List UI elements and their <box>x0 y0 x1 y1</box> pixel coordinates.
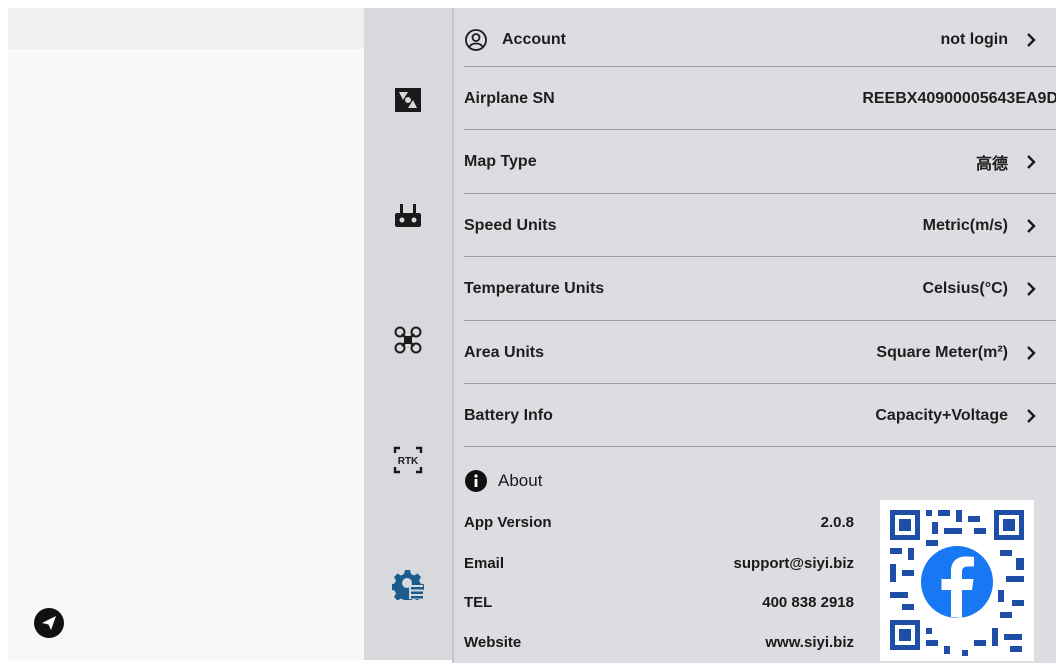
chevron-right-icon <box>1018 345 1044 361</box>
qr-code-icon <box>880 500 1034 661</box>
drone-icon <box>394 326 422 354</box>
about-heading: About <box>464 466 542 496</box>
map-type-value: 高德 <box>975 155 1008 173</box>
rail-rtk[interactable]: RTK <box>364 430 452 490</box>
map-type-label: Map Type <box>464 152 537 170</box>
facebook-qr-code <box>880 500 1034 661</box>
temperature-units-row[interactable]: Temperature Units Celsius(°C) <box>464 257 1056 320</box>
area-units-label: Area Units <box>464 343 545 361</box>
divider <box>464 446 1056 447</box>
send-location-button[interactable] <box>30 604 68 642</box>
rail-remote-controller[interactable] <box>364 186 452 246</box>
send-icon <box>34 608 64 638</box>
remote-controller-icon <box>395 204 421 227</box>
app-version-label: App Version <box>464 513 552 531</box>
camera-gimbal-icon <box>395 88 421 112</box>
account-value: not login <box>940 30 1008 48</box>
email-label: Email <box>464 554 505 572</box>
account-label: Account <box>502 30 566 48</box>
tel-value[interactable]: 400 838 2918 <box>762 594 854 611</box>
account-row[interactable]: Account not login <box>464 8 1056 71</box>
settings-gear-icon <box>392 570 424 600</box>
website-row: Website www.siyi.biz <box>464 628 854 656</box>
chevron-right-icon <box>1018 154 1044 170</box>
rail-camera-gimbal[interactable] <box>364 70 452 130</box>
speed-units-value: Metric(m/s) <box>922 216 1008 234</box>
battery-info-row[interactable]: Battery Info Capacity+Voltage <box>464 384 1056 447</box>
about-title: About <box>498 471 543 490</box>
chevron-right-icon <box>1018 408 1044 424</box>
user-account-icon <box>465 28 487 51</box>
rail-general-settings[interactable] <box>364 554 452 614</box>
rtk-text: RTK <box>398 456 419 467</box>
airplane-sn-row: Airplane SN REEBX40900005643EA9D <box>464 67 1056 130</box>
email-value[interactable]: support@siyi.biz <box>734 555 854 572</box>
airplane-sn-label: Airplane SN <box>464 89 555 107</box>
email-row: Email support@siyi.biz <box>464 549 854 577</box>
temperature-units-label: Temperature Units <box>464 279 605 297</box>
speed-units-label: Speed Units <box>464 216 557 234</box>
chevron-right-icon <box>1018 281 1044 297</box>
rtk-icon: RTK <box>393 446 423 474</box>
tel-label: TEL <box>464 593 493 611</box>
settings-rail: RTK <box>364 8 452 660</box>
map-top-bar <box>8 8 364 49</box>
area-units-value: Square Meter(m²) <box>876 343 1008 361</box>
map-pane[interactable] <box>8 8 364 660</box>
chevron-right-icon <box>1018 218 1044 234</box>
tel-row: TEL 400 838 2918 <box>464 588 854 616</box>
settings-panel: Account not login Airplane SN REEBX40900… <box>452 8 1056 663</box>
temperature-units-value: Celsius(°C) <box>922 279 1008 297</box>
app-version-value: 2.0.8 <box>820 513 854 531</box>
airplane-sn-value: REEBX40900005643EA9D <box>862 89 1056 107</box>
battery-info-value: Capacity+Voltage <box>875 406 1008 424</box>
area-units-row[interactable]: Area Units Square Meter(m²) <box>464 321 1056 384</box>
battery-info-label: Battery Info <box>464 406 553 424</box>
chevron-right-icon <box>1018 32 1044 48</box>
rail-drone[interactable] <box>364 310 452 370</box>
app-version-row: App Version 2.0.8 <box>464 508 854 536</box>
website-label: Website <box>464 633 522 651</box>
speed-units-row[interactable]: Speed Units Metric(m/s) <box>464 194 1056 257</box>
map-type-row[interactable]: Map Type 高德 <box>464 130 1056 193</box>
info-icon <box>465 470 487 492</box>
website-value[interactable]: www.siyi.biz <box>765 634 854 651</box>
